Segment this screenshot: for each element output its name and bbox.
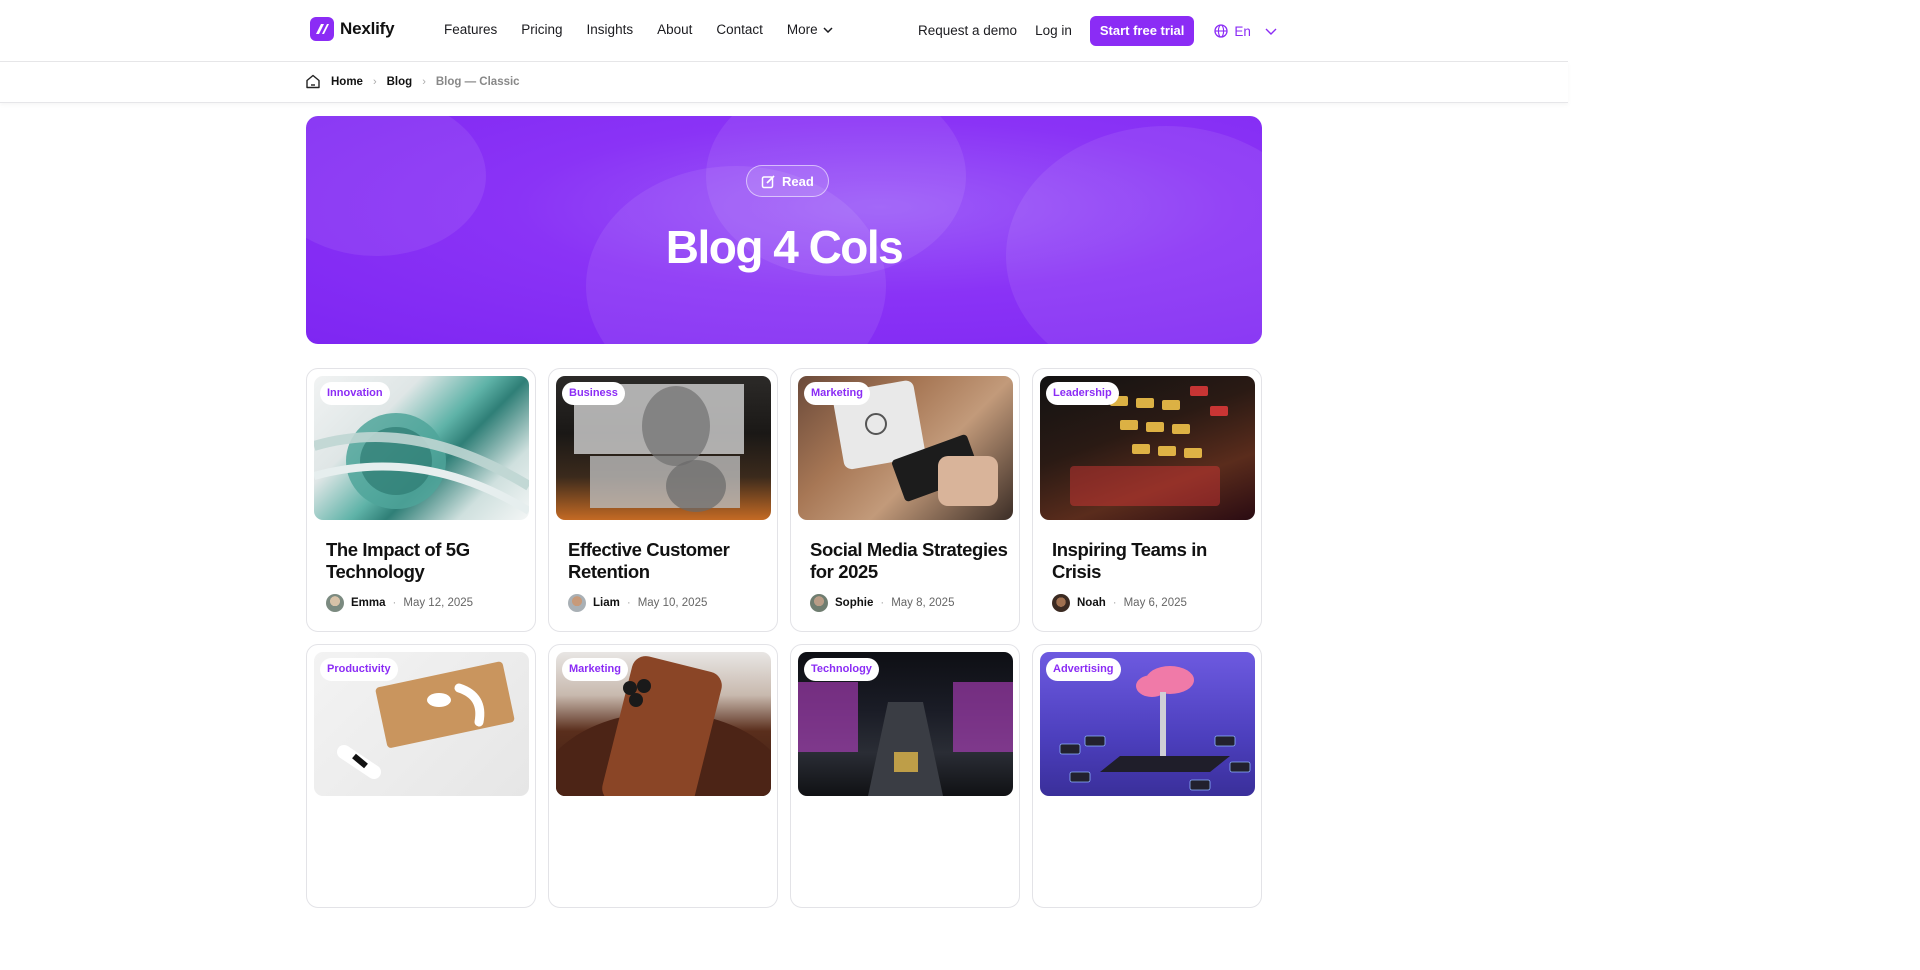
main-nav: Features Pricing Insights About Contact …: [444, 22, 833, 37]
chevron-down-icon: [823, 26, 833, 33]
avatar: [810, 594, 828, 612]
post-date: May 6, 2025: [1123, 597, 1187, 609]
post-image[interactable]: Productivity: [314, 652, 529, 796]
nav-item-insights[interactable]: Insights: [587, 22, 634, 37]
category-tag[interactable]: Business: [562, 382, 625, 405]
avatar: [1052, 594, 1070, 612]
category-tag[interactable]: Marketing: [562, 658, 628, 681]
blog-card[interactable]: Productivity: [306, 644, 536, 908]
nav-more-label: More: [786, 22, 818, 37]
category-tag[interactable]: Marketing: [804, 382, 870, 405]
blog-card[interactable]: Marketing Social Media Strategies for 20…: [790, 368, 1020, 632]
blog-card[interactable]: Marketing: [548, 644, 778, 908]
post-image[interactable]: Technology: [798, 652, 1013, 796]
category-tag[interactable]: Productivity: [320, 658, 398, 681]
post-image[interactable]: Advertising: [1040, 652, 1255, 796]
nav-item-about[interactable]: About: [657, 22, 692, 37]
language-selector[interactable]: En: [1214, 24, 1277, 39]
start-trial-button[interactable]: Start free trial: [1089, 16, 1195, 46]
nav-item-pricing[interactable]: Pricing: [521, 22, 562, 37]
read-badge-label: Read: [782, 173, 814, 189]
post-date: May 10, 2025: [637, 597, 708, 609]
avatar: [326, 594, 344, 612]
globe-icon: [1214, 24, 1229, 38]
breadcrumb: Home › Blog › Blog — Classic: [305, 74, 520, 89]
top-navbar: Nexlify Features Pricing Insights About …: [0, 0, 1568, 62]
post-image[interactable]: Marketing: [798, 376, 1013, 520]
blog-card[interactable]: Leadership Inspiring Teams in Crisis Noa…: [1032, 368, 1262, 632]
post-image[interactable]: Innovation: [314, 376, 529, 520]
blog-grid: Innovation The Impact of 5G Technology E…: [306, 368, 1262, 908]
logo-icon: [310, 17, 334, 41]
post-meta: Liam · May 10, 2025: [568, 594, 707, 612]
chevron-right-icon: ›: [372, 75, 377, 88]
post-date: May 8, 2025: [891, 597, 955, 609]
post-title[interactable]: Social Media Strategies for 2025: [810, 539, 1010, 583]
post-image[interactable]: Marketing: [556, 652, 771, 796]
post-image[interactable]: Business: [556, 376, 771, 520]
nav-item-features[interactable]: Features: [444, 22, 497, 37]
breadcrumb-current: Blog — Classic: [435, 75, 520, 88]
post-title[interactable]: Inspiring Teams in Crisis: [1052, 539, 1252, 583]
nav-item-contact[interactable]: Contact: [716, 22, 763, 37]
breadcrumb-blog[interactable]: Blog: [387, 76, 413, 88]
hero-banner: Read Blog 4 Cols: [306, 116, 1262, 344]
chevron-down-icon: [1265, 28, 1277, 35]
category-tag[interactable]: Leadership: [1046, 382, 1119, 405]
post-meta: Sophie · May 8, 2025: [810, 594, 954, 612]
edit-icon: [761, 174, 775, 188]
request-demo-link[interactable]: Request a demo: [918, 16, 1017, 46]
post-author: Sophie: [835, 597, 874, 609]
read-badge: Read: [746, 165, 829, 197]
blog-card[interactable]: Technology: [790, 644, 1020, 908]
blog-card[interactable]: Innovation The Impact of 5G Technology E…: [306, 368, 536, 632]
home-icon[interactable]: [305, 74, 321, 89]
language-label: En: [1234, 23, 1251, 39]
login-link[interactable]: Log in: [1035, 16, 1072, 46]
nav-item-more[interactable]: More: [787, 22, 833, 37]
avatar: [568, 594, 586, 612]
post-meta: Noah · May 6, 2025: [1052, 594, 1187, 612]
post-image[interactable]: Leadership: [1040, 376, 1255, 520]
category-tag[interactable]: Advertising: [1046, 658, 1121, 681]
category-tag[interactable]: Innovation: [320, 382, 390, 405]
blog-card[interactable]: Business Effective Customer Retention Li…: [548, 368, 778, 632]
blog-card[interactable]: Advertising: [1032, 644, 1262, 908]
chevron-right-icon: ›: [422, 75, 426, 88]
breadcrumb-home[interactable]: Home: [331, 76, 363, 88]
post-author: Liam: [593, 597, 620, 609]
post-title[interactable]: Effective Customer Retention: [568, 539, 768, 583]
breadcrumb-bar: Home › Blog › Blog — Classic: [0, 62, 1568, 103]
brand-logo[interactable]: Nexlify: [310, 17, 395, 41]
header-actions: Request a demo Log in Start free trial E…: [918, 16, 1277, 46]
brand-name: Nexlify: [340, 19, 395, 38]
post-date: May 12, 2025: [403, 597, 474, 609]
post-title[interactable]: The Impact of 5G Technology: [326, 539, 526, 583]
page-title: Blog 4 Cols: [665, 221, 904, 273]
category-tag[interactable]: Technology: [804, 658, 879, 681]
post-author: Noah: [1077, 597, 1106, 609]
post-meta: Emma · May 12, 2025: [326, 594, 473, 612]
post-author: Emma: [351, 597, 386, 609]
